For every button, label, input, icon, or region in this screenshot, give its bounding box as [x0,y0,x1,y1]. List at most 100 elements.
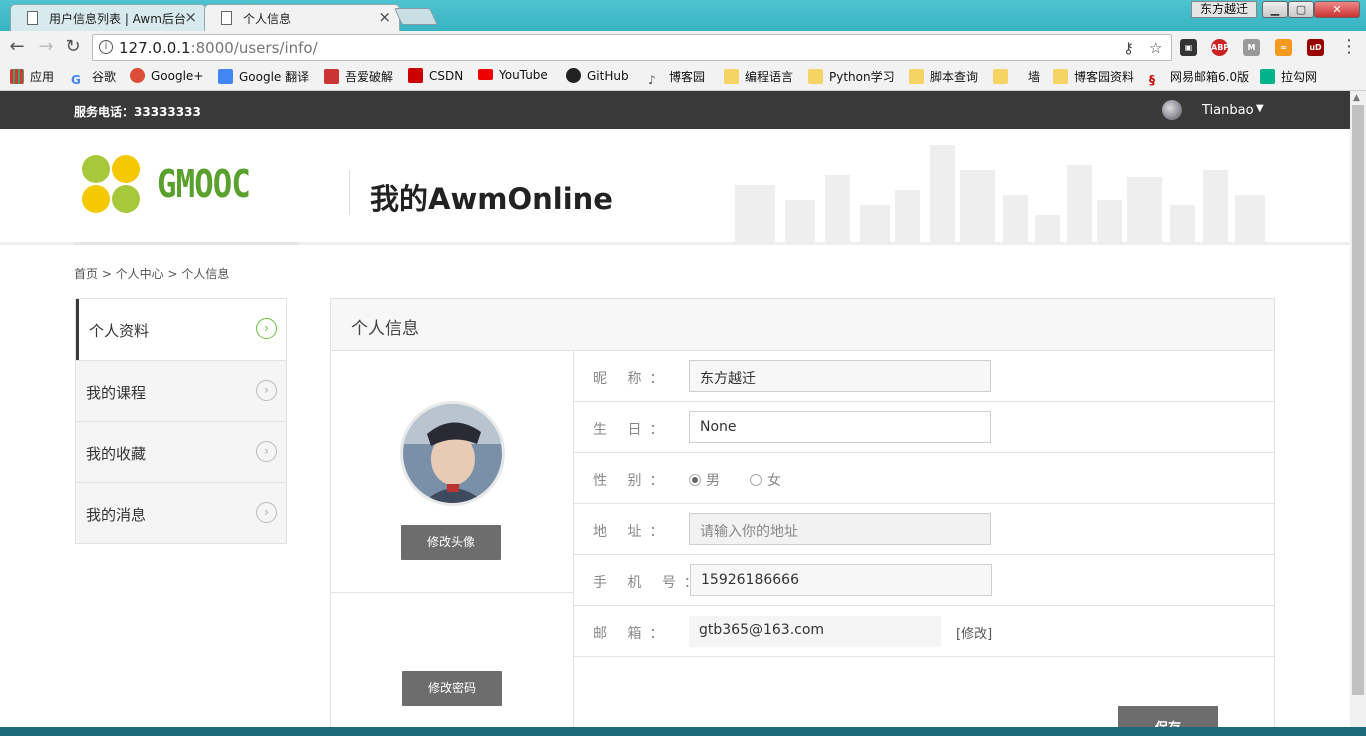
bookmark-folder-python[interactable]: Python学习 [808,68,895,85]
tab-user-list[interactable]: 用户信息列表 | Awm后台 × [10,4,206,31]
caret-down-icon[interactable]: ▼ [1256,103,1264,114]
back-icon[interactable]: ← [6,36,28,57]
reload-icon[interactable]: ↻ [62,36,84,57]
profile-form: 昵 称： 东方越迁 生 日： None 性 别： 男 女 地 址： 请输入你的地… [574,351,1274,736]
bookmark-youtube[interactable]: YouTube [478,68,548,82]
nickname-input[interactable]: 东方越迁 [689,360,991,392]
cnblogs-icon: ♪ [648,73,656,87]
bookmark-apps[interactable]: 应用 [10,68,54,85]
tab-label: 个人信息 [243,12,292,26]
address-label: 地 址： [593,524,672,540]
apps-icon [10,69,24,84]
change-avatar-button[interactable]: 修改头像 [401,525,501,560]
address-bar[interactable]: i 127.0.0.1:8000/users/info/ ⚷ ☆ [92,34,1172,61]
minimize-button[interactable]: ▁ [1262,1,1288,18]
side-nav: 个人资料 › 我的课程 › 我的收藏 › 我的消息 › [75,298,287,544]
radio-unchecked-icon [750,474,762,486]
extension-icon[interactable]: ▣ [1180,39,1197,56]
ublock-icon[interactable]: uD [1307,39,1324,56]
email-label: 邮 箱： [593,626,672,642]
site-title: 我的AwmOnline [370,182,613,216]
bookmark-csdn[interactable]: CSDN [408,68,463,83]
bookmark-lagou[interactable]: 拉勾网 [1260,68,1317,85]
bookmark-folder-scripts[interactable]: 脚本查询 [909,68,978,85]
forward-icon[interactable]: → [35,36,57,57]
folder-icon [724,69,739,84]
skyline-illustration [735,145,1265,245]
avatar-column: 修改头像 修改密码 [331,351,574,736]
header-divider [349,170,350,215]
email-value: gtb365@163.com [689,616,941,647]
star-icon[interactable]: ☆ [1149,39,1162,57]
window-user-badge[interactable]: 东方越迁 [1191,1,1257,18]
rss-icon[interactable]: ≈ [1275,39,1292,56]
gender-male-radio[interactable]: 男 [689,470,720,490]
gender-female-radio[interactable]: 女 [750,470,781,490]
bookmark-google-translate[interactable]: Google 翻译 [218,68,309,85]
mobile-input[interactable]: 15926186666 [690,564,992,596]
adblock-icon[interactable]: ABP [1211,39,1229,56]
tab-personal-info[interactable]: 个人信息 × [204,4,400,31]
page-scrollbar[interactable]: ▲ [1350,91,1366,736]
sidebar-item-label: 个人资料 [89,322,150,340]
github-icon [566,68,581,83]
bookmark-52pojie[interactable]: 吾爱破解 [324,68,393,85]
folder-icon [909,69,924,84]
logo-underline [74,242,299,245]
bookmark-google-plus[interactable]: Google+ [130,68,203,83]
top-bar: 服务电话：33333333 Tianbao ▼ [0,91,1350,129]
chevron-right-icon: › [256,502,277,523]
maximize-button[interactable]: ▢ [1288,1,1314,18]
close-icon[interactable]: × [184,8,197,26]
user-avatar-small[interactable] [1162,100,1182,120]
pojie-icon [324,69,339,84]
breadcrumb[interactable]: 首页 > 个人中心 > 个人信息 [74,265,229,282]
mobile-row: 手 机 号： 15926186666 [574,555,1274,606]
menu-icon[interactable]: ⋮ [1338,36,1360,57]
sidebar-item-label: 我的课程 [86,384,147,402]
chevron-right-icon: › [256,380,277,401]
nickname-label: 昵 称： [593,371,672,387]
username[interactable]: Tianbao [1202,103,1254,118]
os-taskbar [0,727,1366,736]
sidebar-item-messages[interactable]: 我的消息 › [76,482,286,543]
logo-text[interactable]: GMOOC [157,162,251,206]
sidebar-item-favorites[interactable]: 我的收藏 › [76,421,286,482]
panel-title: 个人信息 [331,299,1274,351]
bookmark-google[interactable]: G 谷歌 [71,68,116,88]
bookmark-folder-wall[interactable]: 墙 [993,68,1040,85]
csdn-icon [408,68,423,83]
page-content: 服务电话：33333333 Tianbao ▼ GMOOC 我的AwmOnlin… [0,91,1350,736]
bookmark-cnblogs[interactable]: ♪ 博客园 [648,68,705,88]
bookmark-163-mail[interactable]: § 网易邮箱6.0版 [1149,68,1249,88]
close-icon[interactable]: × [378,8,391,26]
info-icon[interactable]: i [99,40,113,54]
chevron-right-icon: › [256,318,277,339]
scroll-up-icon[interactable]: ▲ [1353,93,1360,103]
url-host: 127.0.0.1 [119,39,191,57]
birthday-input[interactable]: None [689,411,991,443]
birthday-row: 生 日： None [574,402,1274,453]
sidebar-item-label: 我的消息 [86,506,147,524]
browser-toolbar: ← → ↻ i 127.0.0.1:8000/users/info/ ⚷ ☆ ▣… [0,31,1366,63]
sidebar-item-courses[interactable]: 我的课程 › [76,360,286,421]
new-tab-button[interactable] [394,8,438,25]
email-edit-link[interactable]: [修改] [956,623,992,642]
mobile-label: 手 机 号： [593,575,706,591]
logo-icon[interactable] [82,155,142,215]
address-input[interactable]: 请输入你的地址 [689,513,991,545]
close-window-button[interactable]: ✕ [1314,1,1360,18]
gmail-icon[interactable]: M [1243,39,1260,56]
birthday-label: 生 日： [593,422,672,438]
bookmark-folder-programming[interactable]: 编程语言 [724,68,793,85]
gender-row: 性 别： 男 女 [574,453,1274,504]
scrollbar-thumb[interactable] [1352,105,1364,695]
bookmark-github[interactable]: GitHub [566,68,629,83]
change-password-button[interactable]: 修改密码 [402,671,502,706]
youtube-icon [478,69,493,80]
bookmark-folder-cnblogs[interactable]: 博客园资料 [1053,68,1134,85]
sidebar-item-profile[interactable]: 个人资料 › [76,299,286,360]
personal-info-panel: 个人信息 修改头像 修改密码 昵 称： 东方越迁 生 日： None 性 别： … [330,298,1275,736]
gender-label: 性 别： [593,473,672,489]
key-icon[interactable]: ⚷ [1123,39,1134,57]
